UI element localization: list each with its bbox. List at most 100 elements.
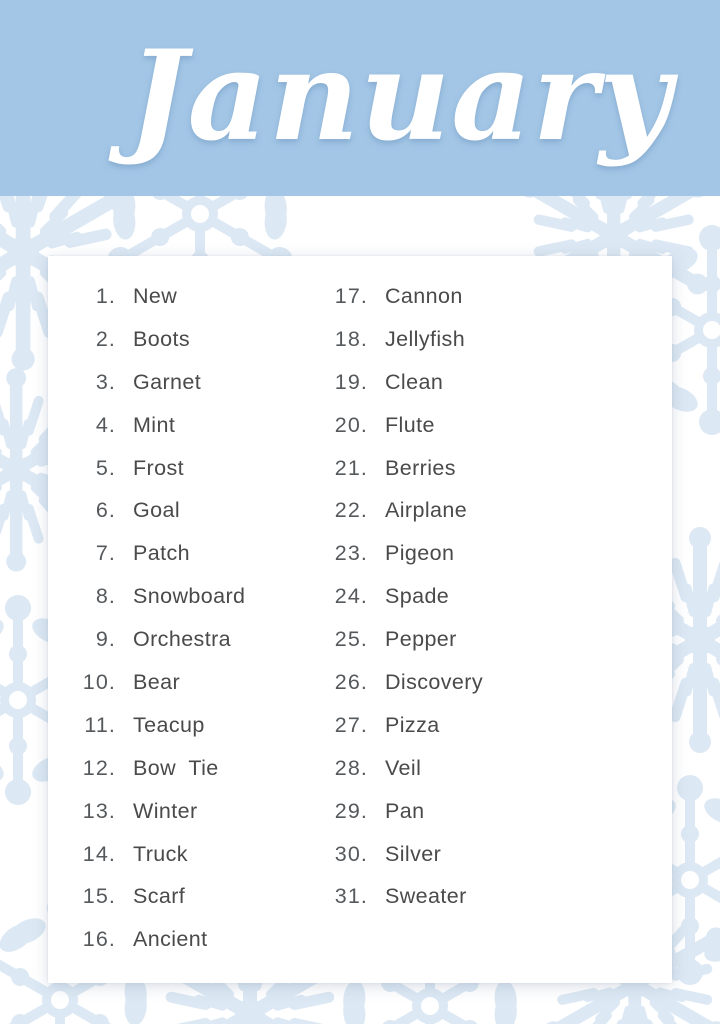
list-item[interactable]: 26. Discovery	[310, 670, 672, 713]
list-item-label: Goal	[133, 498, 181, 523]
list-item[interactable]: 6. Goal	[48, 498, 310, 541]
list-item-number: 4.	[95, 412, 116, 437]
list-item-number: 1.	[95, 284, 116, 308]
list-item-label: Frost	[133, 455, 184, 480]
list-item-number: 3.	[95, 369, 116, 394]
list-item-label: Snowboard	[133, 584, 246, 609]
list-item-number: 28.	[334, 755, 368, 780]
list-item-label: Pan	[385, 798, 425, 823]
list-item-label: Silver	[385, 841, 442, 866]
list-item-number: 2.	[95, 326, 116, 351]
list-item-label: Mint	[133, 412, 176, 437]
list-item[interactable]: 28. Veil	[310, 756, 672, 799]
page-root: January 1. New 2. Boots 3. Garnet 4. Mint 5. Fros…	[0, 0, 720, 1024]
list-item-number: 30.	[334, 841, 368, 866]
list-item-label: Clean	[385, 369, 444, 394]
list-item[interactable]: 8. Snowboard	[48, 584, 310, 627]
list-item-number: 23.	[334, 541, 368, 566]
list-item-label: New	[133, 284, 178, 308]
list-item-label: Ancient	[133, 927, 208, 952]
list-item[interactable]: 20. Flute	[310, 413, 672, 456]
list-item-label: Bow Tie	[133, 755, 219, 780]
list-item[interactable]: 18. Jellyfish	[310, 327, 672, 370]
list-item[interactable]: 2. Boots	[48, 327, 310, 370]
list-item[interactable]: 30. Silver	[310, 842, 672, 885]
list-item-number: 19.	[334, 369, 368, 394]
list-item-label: Pigeon	[385, 541, 455, 566]
list-item-label: Bear	[133, 670, 181, 695]
list-item[interactable]: 15. Scarf	[48, 884, 310, 927]
list-item[interactable]: 16. Ancient	[48, 927, 310, 970]
list-item[interactable]: 5. Frost	[48, 456, 310, 499]
list-item[interactable]: 9. Orchestra	[48, 627, 310, 670]
list-item-number: 13.	[82, 798, 116, 823]
list-column-right: 17. Cannon 18. Jellyfish 19. Clean 20. Flute 21.…	[310, 256, 672, 1011]
header-band: January	[0, 0, 720, 196]
list-item-number: 17.	[334, 284, 368, 308]
list-item[interactable]: 11. Teacup	[48, 713, 310, 756]
list-item-number: 6.	[95, 498, 116, 523]
list-item-number: 20.	[334, 412, 368, 437]
list-item-label: Boots	[133, 326, 190, 351]
list-item-number: 10.	[82, 670, 116, 695]
list-item-number: 25.	[334, 627, 368, 652]
list-columns: 1. New 2. Boots 3. Garnet 4. Mint 5. Frost 6. Goal 7…	[48, 256, 672, 983]
list-item-label: Cannon	[385, 284, 463, 308]
list-item-number: 24.	[334, 584, 368, 609]
list-item[interactable]: 21. Berries	[310, 456, 672, 499]
list-column-left: 1. New 2. Boots 3. Garnet 4. Mint 5. Frost 6. Goal 7…	[48, 256, 310, 1011]
list-item[interactable]: 25. Pepper	[310, 627, 672, 670]
list-item-number: 7.	[95, 541, 116, 566]
list-item-label: Winter	[133, 798, 198, 823]
list-item-number: 12.	[82, 755, 116, 780]
list-item[interactable]: 19. Clean	[310, 370, 672, 413]
list-item[interactable]: 29. Pan	[310, 799, 672, 842]
list-item-label: Discovery	[385, 670, 483, 695]
list-item-number: 27.	[334, 712, 368, 737]
list-item[interactable]: 12. Bow Tie	[48, 756, 310, 799]
list-item-number: 31.	[334, 884, 368, 909]
list-item-number: 14.	[82, 841, 116, 866]
list-item[interactable]: 10. Bear	[48, 670, 310, 713]
list-item-number: 8.	[95, 584, 116, 609]
list-item-number: 21.	[334, 455, 368, 480]
list-item-label: Scarf	[133, 884, 186, 909]
list-item-label: Patch	[133, 541, 190, 566]
list-item[interactable]: 4. Mint	[48, 413, 310, 456]
list-item-label: Orchestra	[133, 627, 231, 652]
list-item[interactable]: 7. Patch	[48, 541, 310, 584]
list-item-number: 5.	[95, 455, 116, 480]
list-item-number: 9.	[95, 627, 116, 652]
list-item-label: Garnet	[133, 369, 202, 394]
list-card: 1. New 2. Boots 3. Garnet 4. Mint 5. Frost 6. Goal 7…	[48, 256, 672, 983]
list-item[interactable]: 27. Pizza	[310, 713, 672, 756]
list-item-label: Airplane	[385, 498, 468, 523]
list-item-label: Spade	[385, 584, 450, 609]
list-item-label: Pizza	[385, 712, 440, 737]
list-item[interactable]: 13. Winter	[48, 799, 310, 842]
list-item[interactable]: 22. Airplane	[310, 498, 672, 541]
list-item-label: Veil	[385, 755, 422, 780]
list-item-label: Berries	[385, 455, 456, 480]
list-item-number: 18.	[334, 326, 368, 351]
list-item-label: Sweater	[385, 884, 467, 909]
list-item-label: Truck	[133, 841, 188, 866]
list-item[interactable]: 3. Garnet	[48, 370, 310, 413]
list-item-number: 15.	[82, 884, 116, 909]
list-item[interactable]: 24. Spade	[310, 584, 672, 627]
list-item[interactable]: 14. Truck	[48, 842, 310, 885]
list-item-label: Jellyfish	[385, 326, 466, 351]
list-item-label: Flute	[385, 412, 435, 437]
list-item-number: 16.	[82, 927, 116, 952]
list-item-label: Teacup	[133, 712, 205, 737]
list-item[interactable]: 31. Sweater	[310, 884, 672, 927]
list-item[interactable]: 17. Cannon	[310, 284, 672, 327]
list-item-label: Pepper	[385, 627, 457, 652]
list-item[interactable]: 1. New	[48, 284, 310, 327]
list-item[interactable]: 23. Pigeon	[310, 541, 672, 584]
page-title: January	[127, 24, 672, 169]
list-item-number: 29.	[334, 798, 368, 823]
list-item-number: 26.	[334, 670, 368, 695]
list-item-number: 22.	[334, 498, 368, 523]
list-item-number: 11.	[84, 712, 116, 737]
